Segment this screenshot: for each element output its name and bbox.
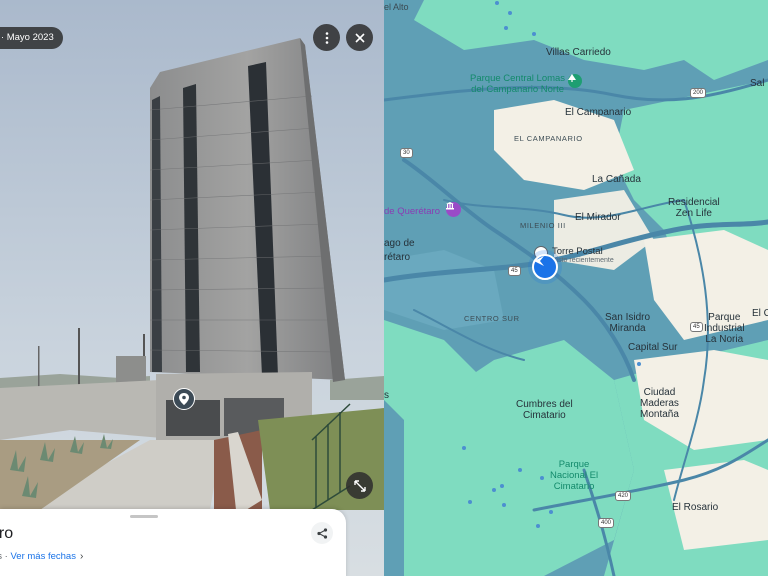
map-label-retaro: rétaro bbox=[384, 252, 411, 263]
more-vertical-icon bbox=[325, 31, 328, 44]
map-label-parque-nacional-line2: Nacional El bbox=[550, 470, 599, 481]
route-shield-30: 30 bbox=[400, 148, 413, 158]
map-label-parque-central[interactable]: Parque Central Lomas del Campanario Nort… bbox=[470, 73, 565, 95]
map-label-el-c: El C bbox=[752, 308, 768, 319]
route-shield-400: 400 bbox=[598, 518, 615, 528]
route-shield-45: 45 bbox=[508, 266, 521, 276]
map-label-centro-sur: CENTRO SUR bbox=[464, 314, 520, 323]
place-info-card[interactable]: aro os · Ver más fechas › bbox=[0, 509, 346, 576]
map-label-s-edge: s bbox=[384, 390, 389, 401]
chevron-right-icon: › bbox=[79, 551, 84, 562]
map-pin-icon[interactable] bbox=[173, 388, 195, 410]
dates-line: os · Ver más fechas › bbox=[0, 551, 83, 562]
map-label-visto: Visto recientemente bbox=[552, 257, 614, 264]
map-label-residencial: Residencial Zen Life bbox=[668, 197, 720, 219]
map-label-ciudad-line1: Ciudad bbox=[643, 387, 676, 398]
expand-button[interactable] bbox=[346, 472, 373, 499]
map-label-de-queretaro-poi[interactable]: de Querétaro bbox=[384, 206, 440, 217]
map-label-residencial-line2: Zen Life bbox=[675, 208, 712, 219]
map-label-la-canada: La Cañada bbox=[592, 174, 641, 185]
map-label-ciudad-maderas: Ciudad Maderas Montaña bbox=[640, 387, 679, 420]
map-label-parque-nacional-line3: Cimatario bbox=[553, 481, 595, 492]
park-marker-icon[interactable] bbox=[568, 74, 582, 88]
street-view-image[interactable] bbox=[0, 0, 384, 576]
capture-date-text: e · Mayo 2023 bbox=[0, 32, 54, 43]
close-icon bbox=[354, 32, 365, 43]
map-label-cumbres-line2: Cimatario bbox=[522, 410, 566, 421]
map-label-cumbres: Cumbres del Cimatario bbox=[516, 399, 573, 421]
map-label-el-alto: el Alto bbox=[384, 2, 409, 12]
drag-handle[interactable] bbox=[130, 515, 158, 518]
map-label-sal: Sal bbox=[750, 78, 765, 89]
map-label-parque-central-line1: Parque Central Lomas bbox=[470, 73, 566, 84]
place-title: aro bbox=[0, 525, 14, 542]
map-panel[interactable]: el Alto Villas Carriedo Parque Central L… bbox=[384, 0, 768, 576]
map-label-ciudad-line3: Montaña bbox=[640, 409, 679, 420]
map-label-ciudad-line2: Maderas bbox=[640, 398, 679, 409]
route-shield-200: 200 bbox=[690, 88, 707, 98]
map-label-san-isidro: San Isidro Miranda bbox=[605, 312, 650, 334]
route-shield-420: 420 bbox=[615, 491, 632, 501]
map-label-parque-nacional-line1: Parque bbox=[558, 459, 590, 470]
map-label-parque-industrial-line2: Industrial bbox=[704, 323, 745, 334]
street-view-panel[interactable]: e · Mayo 2023 aro os · Ver más fechas › bbox=[0, 0, 384, 576]
map-label-el-campanario: El Campanario bbox=[565, 107, 632, 118]
map-label-parque-industrial-line3: La Noria bbox=[705, 334, 744, 345]
more-options-button[interactable] bbox=[313, 24, 340, 51]
map-label-parque-central-line2: del Campanario Norte bbox=[471, 84, 564, 95]
map-label-villas-carriedo: Villas Carriedo bbox=[546, 47, 611, 58]
expand-icon bbox=[353, 479, 366, 492]
map-label-parque-industrial-line1: Parque bbox=[708, 312, 741, 323]
dates-prefix: os · bbox=[0, 551, 8, 562]
map-label-milenio: MILENIO III bbox=[520, 221, 566, 230]
museum-marker-icon[interactable] bbox=[446, 202, 461, 217]
share-icon bbox=[316, 527, 327, 539]
current-location-icon[interactable] bbox=[532, 254, 558, 280]
map-label-capital-sur: Capital Sur bbox=[628, 342, 678, 353]
map-label-san-isidro-line2: Miranda bbox=[609, 323, 646, 334]
map-label-residencial-line1: Residencial bbox=[668, 197, 720, 208]
map-label-parque-industrial: Parque Industrial La Noria bbox=[704, 312, 745, 345]
capture-date-pill[interactable]: e · Mayo 2023 bbox=[0, 27, 63, 49]
map-label-ago-de: ago de bbox=[384, 238, 415, 249]
share-button[interactable] bbox=[311, 522, 333, 544]
map-label-el-campanario-district: EL CAMPANARIO bbox=[514, 134, 583, 143]
map-label-el-rosario: El Rosario bbox=[672, 502, 719, 513]
map-label-parque-nacional[interactable]: Parque Nacional El Cimatario bbox=[550, 459, 598, 492]
map-label-san-isidro-line1: San Isidro bbox=[605, 312, 651, 323]
map-label-cumbres-line1: Cumbres del bbox=[516, 399, 573, 410]
map-label-torre-postal[interactable]: Torre Postal bbox=[552, 246, 603, 257]
map-label-el-mirador: El Mirador bbox=[575, 212, 621, 223]
close-button[interactable] bbox=[346, 24, 373, 51]
route-shield-45b: 45 bbox=[690, 322, 703, 332]
more-dates-link[interactable]: Ver más fechas bbox=[10, 551, 75, 562]
